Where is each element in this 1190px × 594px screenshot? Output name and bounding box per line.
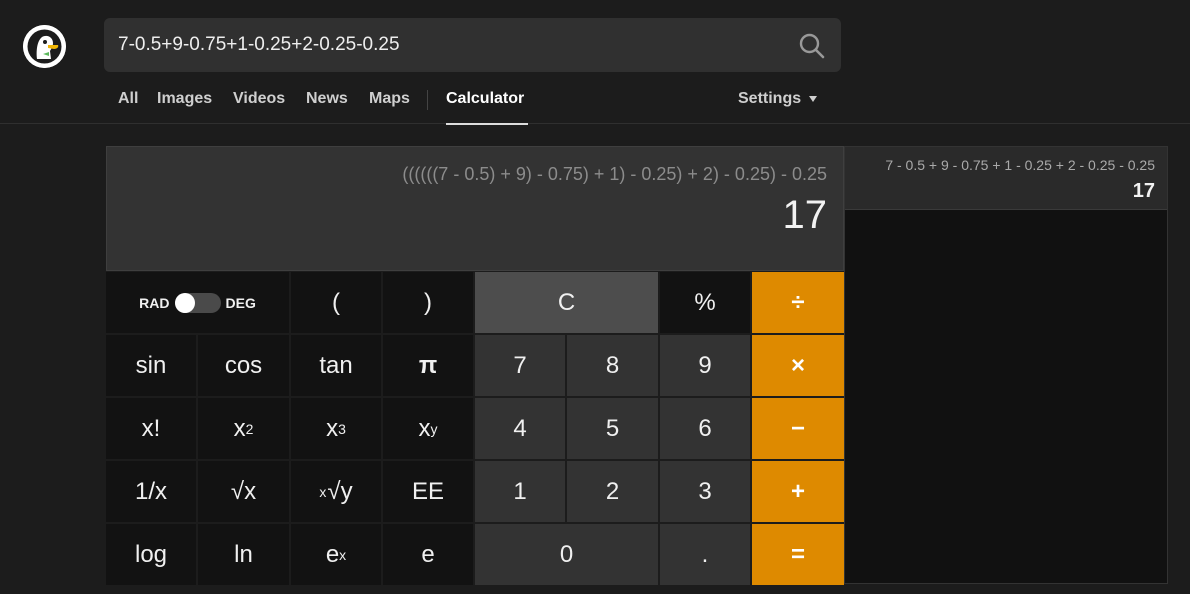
expression-text: ((((((7 - 0.5) + 9) - 0.75) + 1) - 0.25)… [402, 164, 827, 184]
zero-button[interactable]: 0 [475, 524, 658, 585]
tan-button[interactable]: tan [291, 335, 381, 396]
close-paren-button[interactable]: ) [383, 272, 473, 333]
sqrt-button[interactable]: √x [198, 461, 289, 522]
history-item[interactable]: 7 - 0.5 + 9 - 0.75 + 1 - 0.25 + 2 - 0.25… [845, 147, 1167, 210]
history-result: 17 [1132, 180, 1155, 202]
result-text: 17 [782, 193, 828, 237]
seven-button[interactable]: 7 [475, 335, 565, 396]
tab-maps[interactable]: Maps [369, 90, 410, 108]
tab-calculator[interactable]: Calculator [446, 90, 524, 108]
two-button[interactable]: 2 [567, 461, 658, 522]
minus-button[interactable]: − [752, 398, 844, 459]
active-tab-indicator [446, 123, 528, 125]
plus-button[interactable]: + [752, 461, 844, 522]
exp-button[interactable]: ex [291, 524, 381, 585]
history-panel: 7 - 0.5 + 9 - 0.75 + 1 - 0.25 + 2 - 0.25… [844, 146, 1168, 584]
log-button[interactable]: log [106, 524, 196, 585]
decimal-button[interactable]: . [660, 524, 750, 585]
euler-button[interactable]: e [383, 524, 473, 585]
reciprocal-button[interactable]: 1/x [106, 461, 196, 522]
four-button[interactable]: 4 [475, 398, 565, 459]
eight-button[interactable]: 8 [567, 335, 658, 396]
power-base: x [418, 414, 431, 442]
divide-button[interactable]: ÷ [752, 272, 844, 333]
square-button[interactable]: x2 [198, 398, 289, 459]
tab-news[interactable]: News [306, 90, 348, 108]
settings-label: Settings [738, 90, 802, 107]
search-input[interactable] [118, 18, 778, 72]
one-button[interactable]: 1 [475, 461, 565, 522]
cube-button[interactable]: x3 [291, 398, 381, 459]
duck-logo-icon[interactable] [23, 25, 66, 68]
equals-button[interactable]: = [752, 524, 844, 585]
toggle-switch[interactable] [174, 292, 221, 313]
search-icon[interactable] [797, 31, 827, 61]
search-box [104, 18, 841, 72]
rad-label: RAD [139, 294, 170, 311]
five-button[interactable]: 5 [567, 398, 658, 459]
nine-button[interactable]: 9 [660, 335, 750, 396]
calculator-display: ((((((7 - 0.5) + 9) - 0.75) + 1) - 0.25)… [106, 146, 844, 271]
nav-divider [427, 90, 428, 110]
exp-base: e [325, 540, 340, 568]
cube-base: x [326, 414, 339, 442]
ee-button[interactable]: EE [383, 461, 473, 522]
three-button[interactable]: 3 [660, 461, 750, 522]
nav-bar: All Images Videos News Maps Calculator S… [0, 86, 1190, 125]
power-button[interactable]: xy [383, 398, 473, 459]
ln-button[interactable]: ln [198, 524, 289, 585]
deg-label: DEG [225, 294, 256, 311]
root-symbol: √y [327, 477, 353, 505]
rad-deg-toggle[interactable]: RAD DEG [106, 272, 289, 333]
tab-all[interactable]: All [118, 90, 138, 108]
sin-button[interactable]: sin [106, 335, 196, 396]
header: All Images Videos News Maps Calculator S… [0, 0, 1190, 125]
open-paren-button[interactable]: ( [291, 272, 381, 333]
square-base: x [233, 414, 246, 442]
caret-down-icon [809, 95, 818, 102]
settings-dropdown[interactable]: Settings [738, 90, 818, 108]
history-expression: 7 - 0.5 + 9 - 0.75 + 1 - 0.25 + 2 - 0.25… [885, 157, 1155, 173]
multiply-button[interactable]: × [752, 335, 844, 396]
tab-images[interactable]: Images [157, 90, 212, 108]
tab-videos[interactable]: Videos [233, 90, 285, 108]
calculator: ((((((7 - 0.5) + 9) - 0.75) + 1) - 0.25)… [106, 146, 844, 585]
percent-button[interactable]: % [660, 272, 750, 333]
factorial-button[interactable]: x! [106, 398, 196, 459]
cos-button[interactable]: cos [198, 335, 289, 396]
six-button[interactable]: 6 [660, 398, 750, 459]
pi-button[interactable]: π [383, 335, 473, 396]
toggle-knob [174, 292, 195, 313]
clear-button[interactable]: C [475, 272, 658, 333]
nth-root-button[interactable]: x √y [291, 461, 381, 522]
